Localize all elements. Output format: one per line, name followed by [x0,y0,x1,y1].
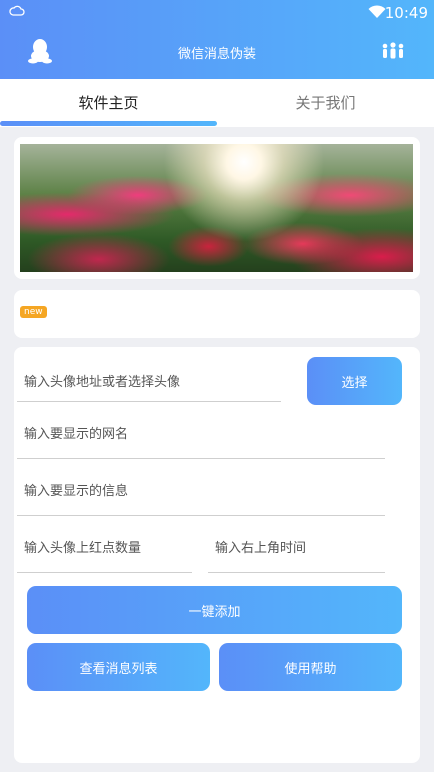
banner-image[interactable] [20,144,413,272]
avatar-url-input[interactable] [17,363,281,401]
wifi-icon [368,5,386,18]
banner-card [14,137,420,279]
status-time: 10:49 [384,4,428,22]
red-dot-count-field [17,525,192,573]
tab-indicator [0,121,217,126]
red-dot-count-input[interactable] [17,525,192,572]
corner-time-field [208,525,385,573]
tab-home[interactable]: 软件主页 [0,92,217,113]
one-click-add-button[interactable]: 一键添加 [27,586,402,634]
message-field [17,468,385,516]
page-title: 微信消息伪装 [177,47,256,62]
select-avatar-button[interactable]: 选择 [307,357,402,405]
message-input[interactable] [17,468,385,515]
view-message-list-button[interactable]: 查看消息列表 [27,643,210,691]
new-badge: new [20,306,47,318]
notice-card: new [14,290,420,338]
nickname-field [17,411,385,459]
help-button[interactable]: 使用帮助 [219,643,402,691]
people-group-icon[interactable] [380,42,406,60]
nickname-input[interactable] [17,411,385,458]
corner-time-input[interactable] [208,525,385,572]
tab-bar: 软件主页 关于我们 [0,79,434,127]
tab-about[interactable]: 关于我们 [217,92,434,113]
app-header: 10:49 微信消息伪装 [0,0,434,79]
avatar-url-field [17,363,281,402]
cloud-icon [9,5,25,16]
